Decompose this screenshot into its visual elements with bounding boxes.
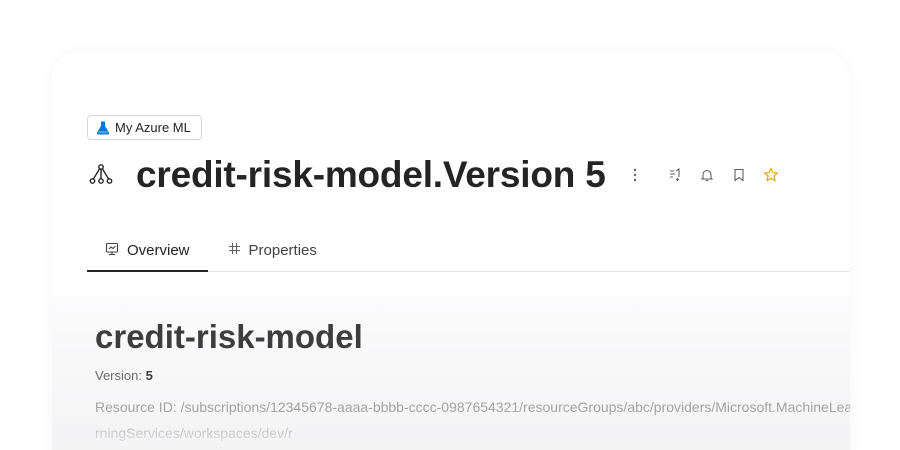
bell-icon[interactable] bbox=[694, 162, 720, 188]
version-value: 5 bbox=[145, 368, 153, 383]
star-icon[interactable] bbox=[758, 162, 784, 188]
tab-overview[interactable]: Overview bbox=[87, 230, 208, 272]
title-row: credit-risk-model.Version 5 bbox=[88, 150, 790, 200]
model-name-heading: credit-risk-model bbox=[95, 318, 363, 355]
hash-icon bbox=[228, 242, 241, 259]
overview-panel: credit-risk-model Version: 5 Resource ID… bbox=[52, 296, 850, 450]
page-title: credit-risk-model.Version 5 bbox=[136, 154, 606, 195]
version-line: Version: 5 bbox=[95, 368, 153, 383]
overview-icon bbox=[105, 242, 119, 260]
tab-properties-label: Properties bbox=[248, 242, 317, 259]
resource-id: Resource ID: /subscriptions/12345678-aaa… bbox=[95, 399, 850, 441]
title-actions bbox=[622, 162, 790, 188]
flask-icon bbox=[96, 121, 110, 135]
compare-icon[interactable] bbox=[662, 162, 688, 188]
breadcrumb-label: My Azure ML bbox=[115, 120, 191, 135]
model-icon bbox=[88, 162, 114, 188]
tab-properties[interactable]: Properties bbox=[210, 230, 335, 271]
bookmark-icon[interactable] bbox=[726, 162, 752, 188]
tab-overview-label: Overview bbox=[127, 242, 190, 259]
version-label: Version: bbox=[95, 368, 142, 383]
tab-list: Overview Properties bbox=[87, 230, 850, 272]
breadcrumb[interactable]: My Azure ML bbox=[87, 115, 202, 140]
more-icon[interactable] bbox=[622, 162, 648, 188]
